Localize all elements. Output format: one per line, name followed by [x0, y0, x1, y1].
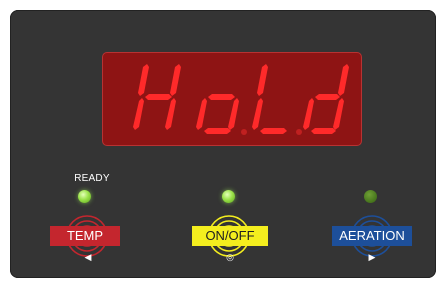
digit-l [252, 64, 287, 134]
temp-button-label: TEMP [50, 226, 120, 246]
onoff-button[interactable]: ON/OFF ◎ [188, 206, 272, 278]
left-arrow-icon: ◀ [84, 252, 92, 262]
aeration-button-label: AERATION [332, 226, 412, 246]
right-arrow-icon: ▶ [368, 252, 376, 262]
onoff-button-label: ON/OFF [192, 226, 268, 246]
digit-d [303, 64, 349, 134]
ready-label: READY [74, 173, 110, 184]
temp-button[interactable]: TEMP ◀ [46, 206, 130, 278]
digit-o [196, 94, 239, 134]
decimal-point [296, 129, 302, 135]
aeration-button[interactable]: AERATION ▶ [330, 206, 414, 278]
onoff-status-led [222, 190, 235, 203]
aeration-status-led [364, 190, 377, 203]
decimal-point [241, 129, 247, 135]
target-icon: ◎ [226, 252, 234, 262]
control-panel: READY TEMP ◀ ON/OFF ◎ AERATION ▶ [10, 10, 436, 278]
temp-status-led [78, 190, 91, 203]
digit-h [133, 64, 181, 130]
display-digits [133, 64, 349, 135]
seven-segment-display [102, 52, 362, 146]
